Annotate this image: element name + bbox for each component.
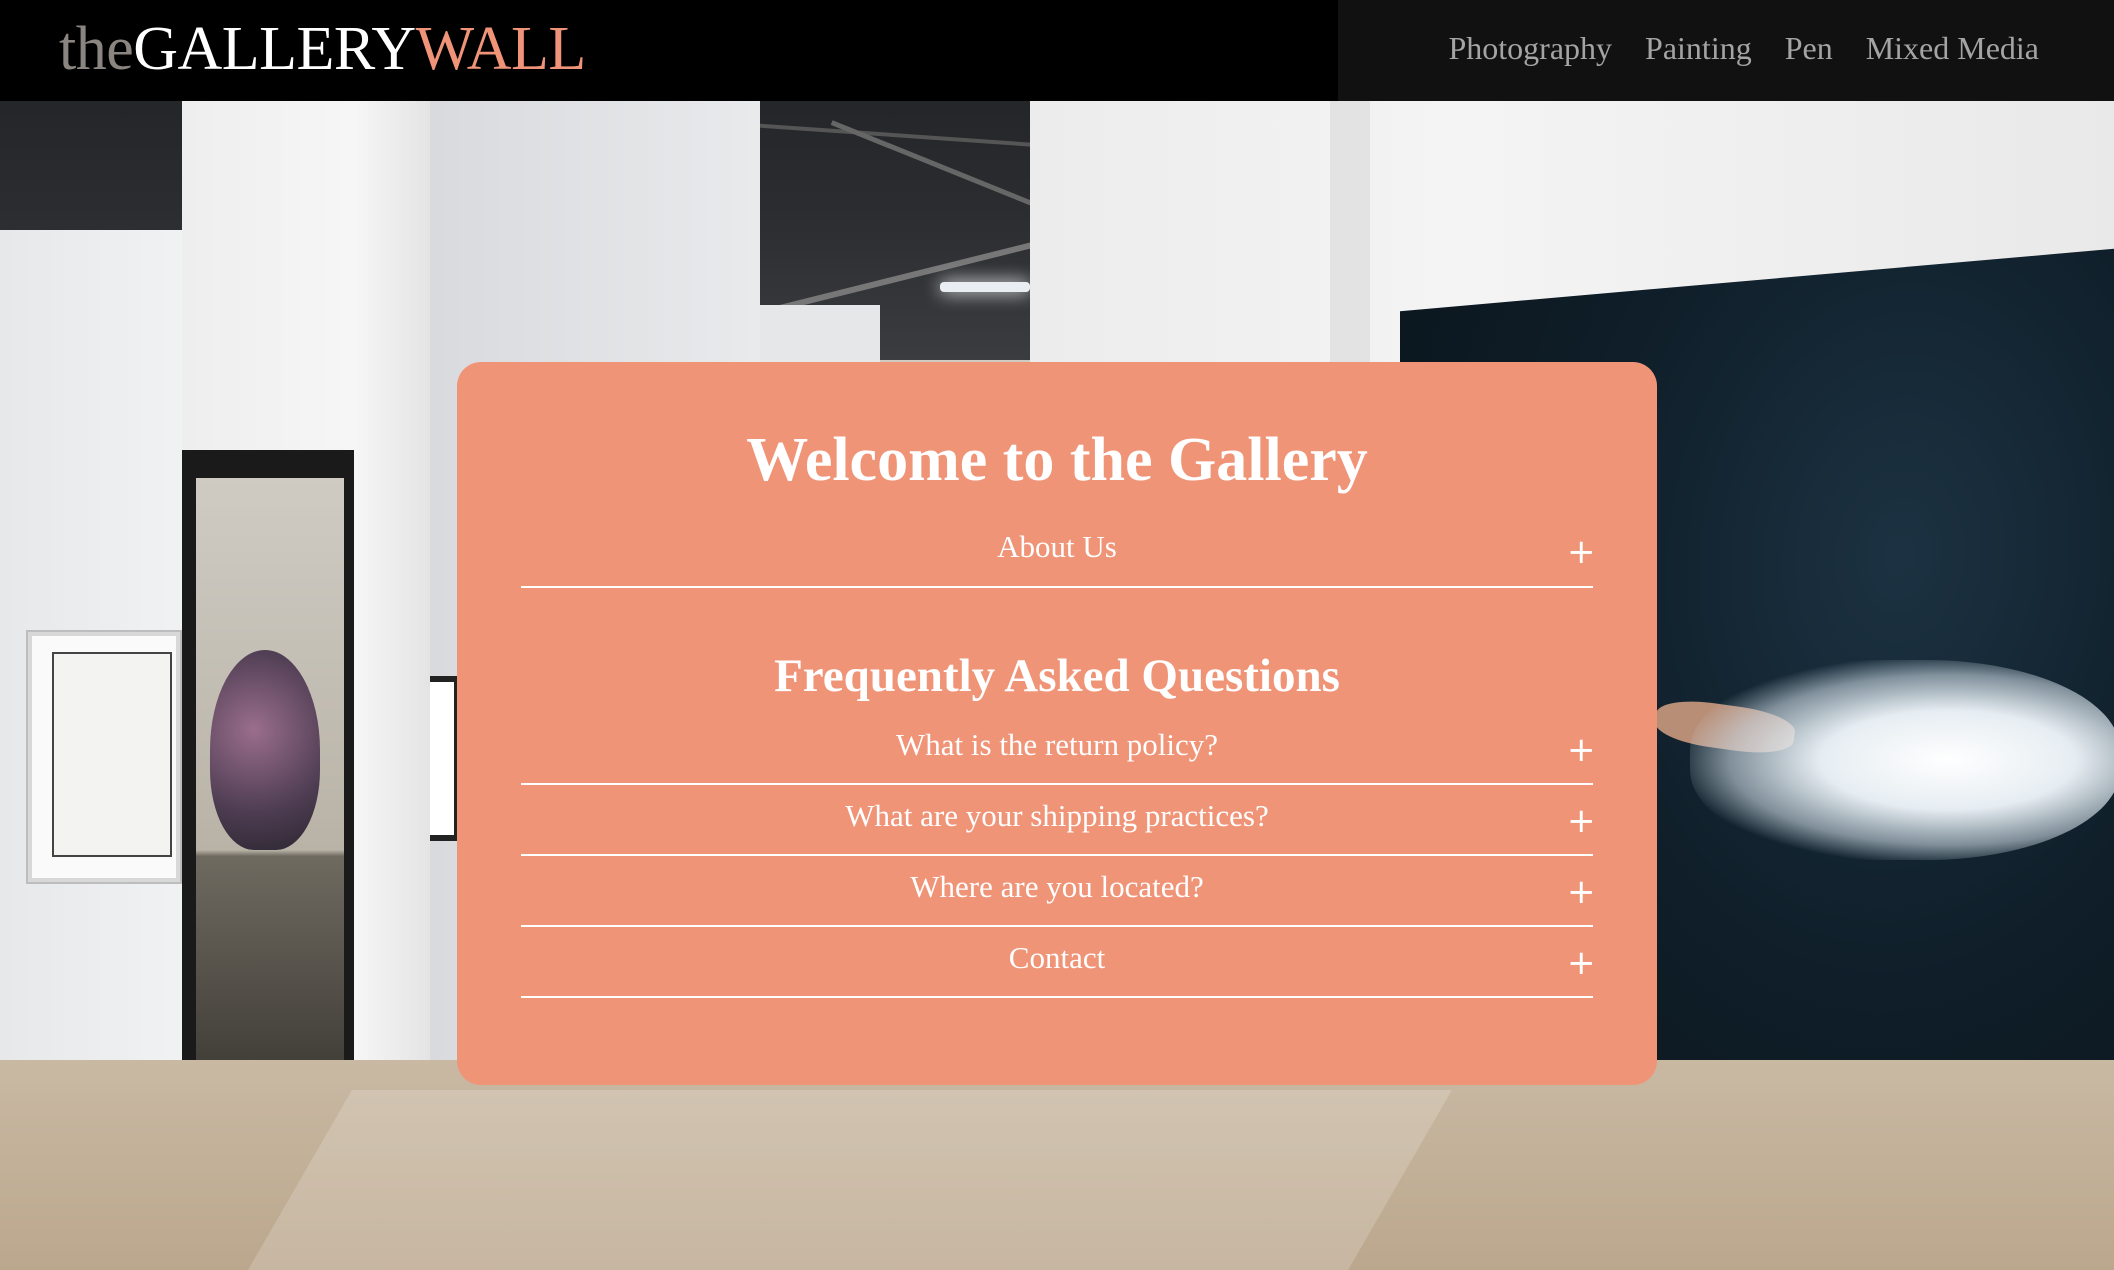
accordion-contact[interactable]: Contact +	[521, 927, 1596, 998]
logo-gallery: GALLERY	[133, 15, 416, 83]
logo-the: the	[59, 15, 134, 83]
accordion-label: Contact	[1008, 939, 1106, 975]
plus-icon[interactable]: +	[1567, 532, 1596, 572]
nav-link-photography[interactable]: Photography	[1448, 26, 1612, 70]
site-logo[interactable]: theGALLERYWALL	[59, 13, 586, 85]
nav-link-painting[interactable]: Painting	[1645, 26, 1752, 70]
nav-link-pen[interactable]: Pen	[1785, 26, 1833, 70]
accordion-label: What is the return policy?	[896, 726, 1218, 762]
accordion-about-us[interactable]: About Us +	[521, 516, 1596, 588]
page: theGALLERYWALL Photography Painting Pen …	[0, 0, 2114, 1270]
accordion-return-policy[interactable]: What is the return policy? +	[521, 714, 1596, 785]
plus-icon[interactable]: +	[1567, 943, 1596, 983]
accordion-shipping[interactable]: What are your shipping practices? +	[521, 785, 1596, 856]
accordion-label: About Us	[997, 529, 1117, 564]
accordion-location[interactable]: Where are you located? +	[521, 856, 1596, 927]
accordion-label: Where are you located?	[910, 868, 1204, 904]
welcome-title: Welcome to the Gallery	[746, 426, 1368, 494]
welcome-panel: Welcome to the Gallery About Us + Freque…	[457, 362, 1657, 1085]
logo-wall: WALL	[415, 15, 587, 83]
nav-link-mixed-media[interactable]: Mixed Media	[1866, 26, 2039, 70]
plus-icon[interactable]: +	[1567, 730, 1596, 770]
plus-icon[interactable]: +	[1567, 801, 1596, 841]
plus-icon[interactable]: +	[1567, 872, 1596, 912]
accordion-label: What are your shipping practices?	[845, 797, 1269, 833]
main-nav: Photography Painting Pen Mixed Media	[1448, 26, 2039, 70]
faq-title: Frequently Asked Questions	[774, 650, 1340, 702]
site-header: theGALLERYWALL Photography Painting Pen …	[0, 0, 2114, 101]
